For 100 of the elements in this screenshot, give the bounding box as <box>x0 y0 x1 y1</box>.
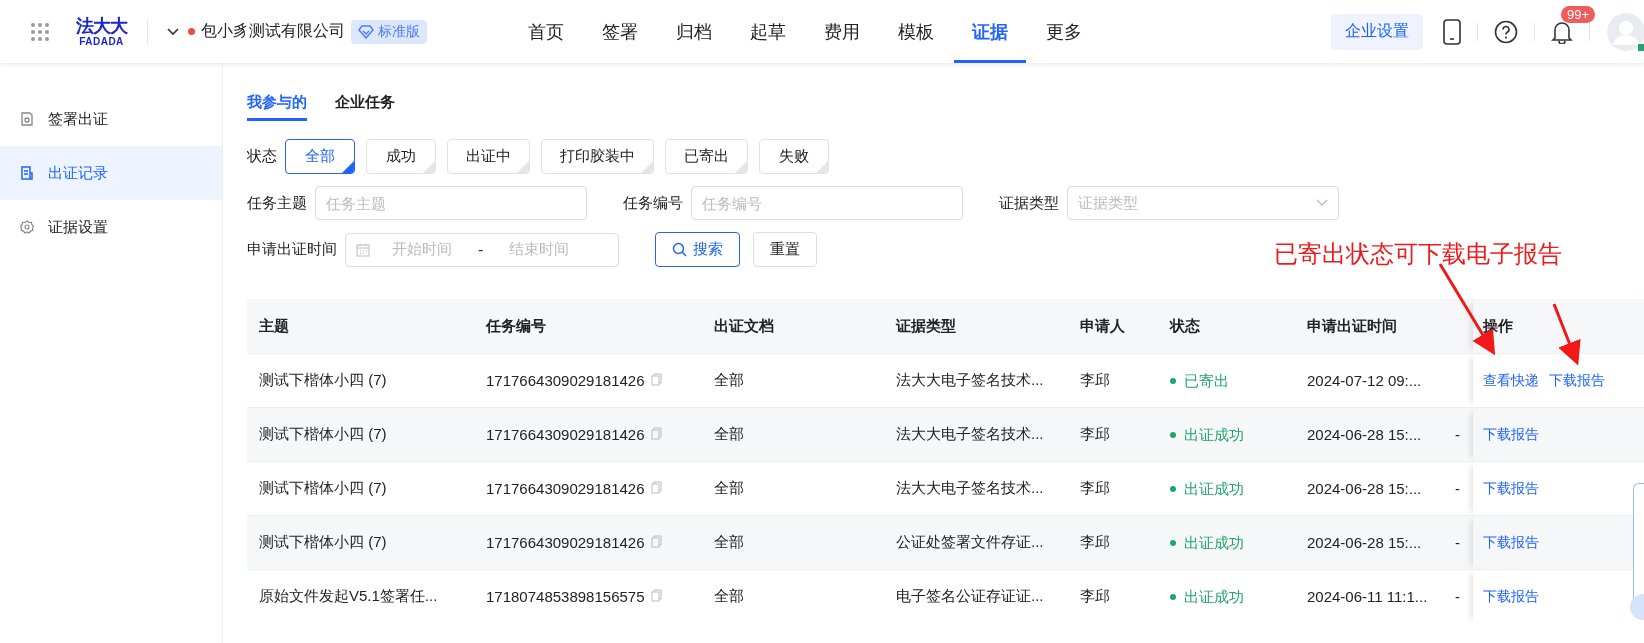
mobile-icon[interactable] <box>1443 18 1461 45</box>
logo-text: 法大大 <box>76 16 127 35</box>
range-separator: - <box>478 240 484 259</box>
column-header: 申请人 <box>1068 299 1158 354</box>
table-cell: 公证处签署文件存证... <box>896 533 1044 550</box>
table-cell: 全部 <box>714 371 744 388</box>
record-icon <box>20 166 34 180</box>
search-button[interactable]: 搜索 <box>655 232 740 267</box>
column-header: 操作 <box>1473 299 1644 354</box>
sidebar-item[interactable]: 出证记录 <box>0 146 222 200</box>
edition-label: 标准版 <box>378 22 420 41</box>
status-label: 已寄出 <box>1170 371 1229 391</box>
status-dot <box>188 28 195 35</box>
table-cell: - <box>1455 588 1460 605</box>
company-name[interactable]: 包小豸测试有限公司 <box>201 21 345 42</box>
table-cell: 1717664309029181426 <box>486 372 645 389</box>
document-icon <box>20 112 34 126</box>
input-field[interactable]: 任务主题 <box>315 186 587 220</box>
table-cell: 2024-06-28 15:... <box>1307 480 1422 497</box>
table-cell: 全部 <box>714 479 744 496</box>
table-cell: 1717664309029181426 <box>486 534 645 551</box>
sidebar-item[interactable]: 证据设置 <box>0 200 222 254</box>
action-link[interactable]: 查看快递 <box>1483 372 1539 388</box>
logo-subtext: FADADA <box>79 36 124 47</box>
table-cell: 原始文件发起V5.1签署任... <box>259 587 438 604</box>
action-link[interactable]: 下载报告 <box>1483 426 1539 442</box>
copy-icon[interactable] <box>650 535 662 548</box>
status-label: 出证成功 <box>1170 587 1244 607</box>
nav-tab[interactable]: 起草 <box>732 0 804 63</box>
status-filter-chip[interactable]: 出证中 <box>447 139 530 174</box>
column-header: 状态 <box>1158 299 1295 354</box>
table-cell: 2024-06-11 11:1... <box>1307 588 1428 605</box>
date-range-field[interactable]: 开始时间 - 结束时间 <box>345 232 619 267</box>
status-filter-chip[interactable]: 全部 <box>285 139 355 174</box>
copy-icon[interactable] <box>650 373 662 386</box>
search-icon <box>672 242 687 257</box>
gear-icon <box>20 220 34 234</box>
column-header: 主题 <box>247 299 474 354</box>
start-date-placeholder: 开始时间 <box>392 240 452 259</box>
table-cell: 李邱 <box>1080 533 1110 550</box>
field-label: 任务主题 <box>247 193 307 213</box>
notification-badge: 99+ <box>1561 5 1596 23</box>
column-header: 出证文档 <box>702 299 884 354</box>
table-cell: 李邱 <box>1080 587 1110 604</box>
nav-tab[interactable]: 签署 <box>584 0 656 63</box>
copy-icon[interactable] <box>650 481 662 494</box>
help-icon[interactable] <box>1494 19 1518 44</box>
copy-icon[interactable] <box>650 427 662 440</box>
sidebar-item[interactable]: 签署出证 <box>0 92 222 146</box>
reset-button[interactable]: 重置 <box>753 232 817 267</box>
action-link[interactable]: 下载报告 <box>1483 480 1539 496</box>
table-cell: 全部 <box>714 533 744 550</box>
tab[interactable]: 企业任务 <box>335 93 395 121</box>
end-date-placeholder: 结束时间 <box>509 240 570 259</box>
filter-label: 状态 <box>247 147 277 166</box>
table-cell: 测试下楷体小四 (7) <box>259 371 387 388</box>
nav-tab[interactable]: 更多 <box>1028 0 1100 63</box>
table-cell: 法大大电子签名技术... <box>896 479 1044 496</box>
action-link[interactable]: 下载报告 <box>1483 588 1539 604</box>
tab[interactable]: 我参与的 <box>247 93 307 121</box>
column-header: 任务编号 <box>474 299 702 354</box>
status-filter-chip[interactable]: 失败 <box>759 139 829 174</box>
status-label: 出证成功 <box>1170 425 1244 445</box>
nav-tab[interactable]: 首页 <box>510 0 582 63</box>
status-label: 出证成功 <box>1170 533 1244 553</box>
table-cell: 测试下楷体小四 (7) <box>259 533 387 550</box>
nav-tab[interactable]: 模板 <box>880 0 952 63</box>
action-link[interactable]: 下载报告 <box>1483 534 1539 550</box>
input-field[interactable]: 任务编号 <box>691 186 963 220</box>
enterprise-settings-button[interactable]: 企业设置 <box>1331 13 1423 50</box>
nav-tab[interactable]: 证据 <box>954 0 1026 63</box>
status-filter-chip[interactable]: 成功 <box>366 139 436 174</box>
table-cell: 法大大电子签名技术... <box>896 425 1044 442</box>
chevron-down-icon <box>1316 199 1328 207</box>
column-header: 申请出证时间 <box>1295 299 1453 354</box>
status-label: 出证成功 <box>1170 479 1244 499</box>
copy-icon[interactable] <box>650 589 662 602</box>
table-cell: 李邱 <box>1080 371 1110 388</box>
diamond-icon <box>358 24 374 39</box>
table-cell: 1717664309029181426 <box>486 426 645 443</box>
table-cell: 测试下楷体小四 (7) <box>259 425 387 442</box>
table-cell: - <box>1455 534 1460 551</box>
apps-grid-icon[interactable] <box>30 21 50 42</box>
field-label: 任务编号 <box>623 193 683 213</box>
avatar-icon[interactable] <box>1606 11 1644 52</box>
field-label: 证据类型 <box>999 193 1059 213</box>
nav-tab[interactable]: 归档 <box>658 0 730 63</box>
status-filter-chip[interactable]: 打印胶装中 <box>541 139 654 174</box>
status-filter-chip[interactable]: 已寄出 <box>665 139 748 174</box>
field-label: 申请出证时间 <box>247 240 337 259</box>
table-cell: 1718074853898156575 <box>486 588 645 605</box>
table-cell: 李邱 <box>1080 425 1110 442</box>
caret-icon[interactable] <box>166 26 180 37</box>
table-cell: - <box>1455 480 1460 497</box>
annotation-text: 已寄出状态可下载电子报告 <box>1274 239 1562 269</box>
bell-icon[interactable] <box>1551 19 1573 44</box>
action-link[interactable]: 下载报告 <box>1549 372 1605 388</box>
table-cell: 李邱 <box>1080 479 1110 496</box>
nav-tab[interactable]: 费用 <box>806 0 878 63</box>
table-cell: 全部 <box>714 587 744 604</box>
